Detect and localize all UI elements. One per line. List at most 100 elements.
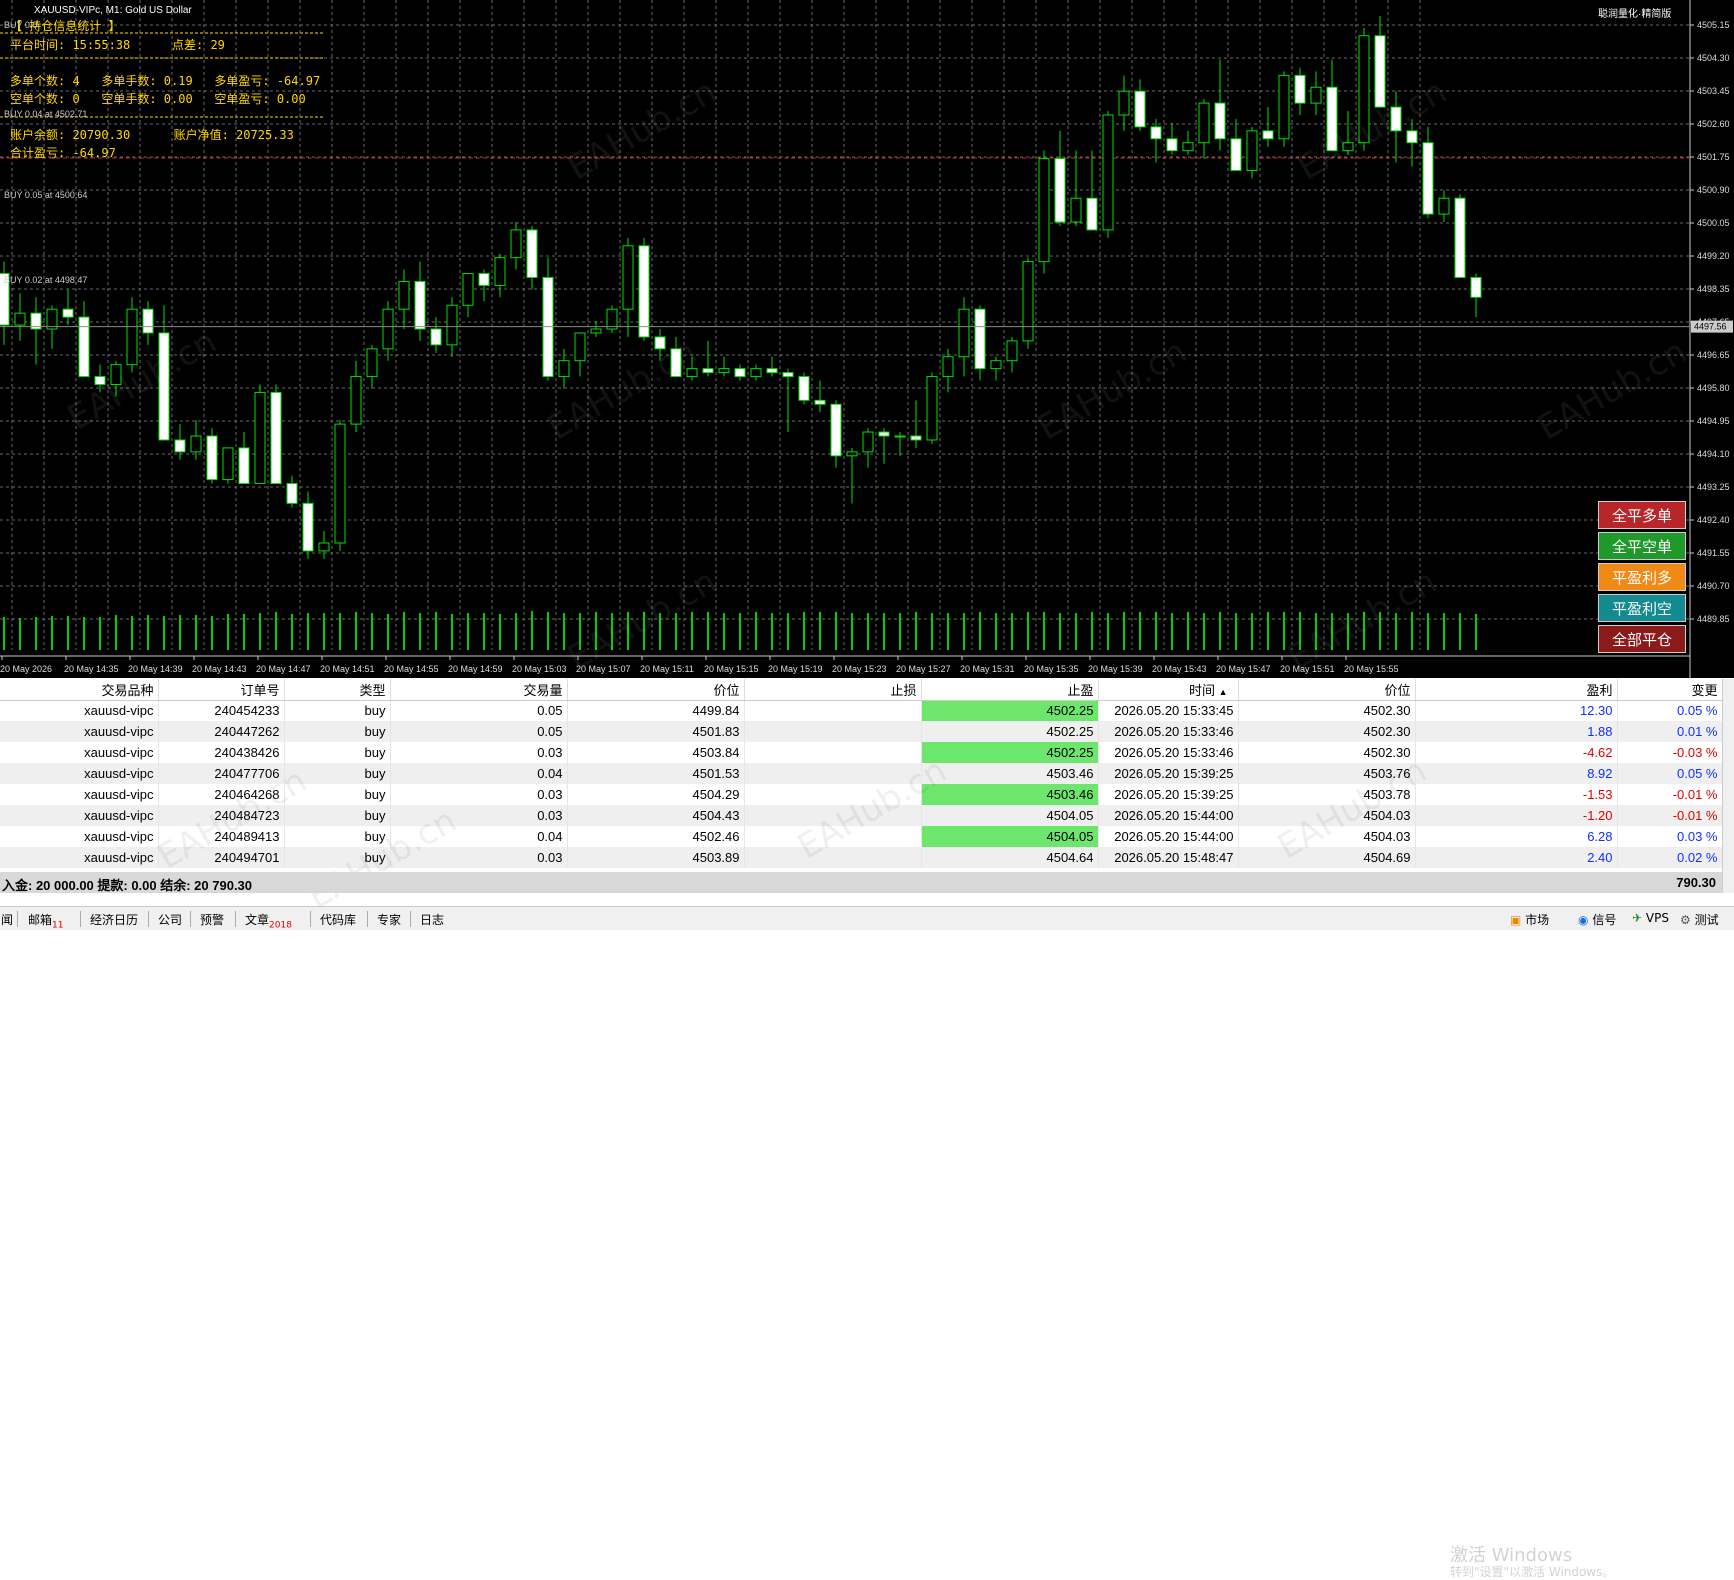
tab-news[interactable]: 闻	[1, 911, 13, 928]
table-cell: -0.03 %	[1617, 742, 1723, 763]
close-profit-sell-button[interactable]: 平盈利空	[1598, 594, 1686, 622]
table-cell: 4504.03	[1238, 826, 1416, 847]
candle-body	[878, 431, 890, 437]
table-cell: -0.01 %	[1617, 784, 1723, 805]
candle-body	[1086, 197, 1098, 231]
table-cell: 4502.30	[1238, 742, 1416, 763]
table-row[interactable]: xauusd-vipc 240484723 buy 0.03 4504.43 4504.0…	[0, 805, 1723, 826]
column-header[interactable]: 止损	[744, 679, 922, 701]
table-cell: 4502.25	[921, 700, 1099, 721]
candle-body	[254, 391, 266, 485]
column-header[interactable]: 订单号	[158, 679, 285, 701]
tester-button[interactable]: ⚙ 测试	[1680, 911, 1719, 928]
candle-body	[1326, 86, 1338, 152]
candle-body	[1182, 142, 1194, 152]
table-cell: 2026.05.20 15:33:46	[1098, 721, 1239, 742]
table-cell: 0.03	[390, 742, 568, 763]
tab-economic-calendar[interactable]: 经济日历	[90, 911, 138, 928]
table-cell: 4499.84	[567, 700, 745, 721]
market-button[interactable]: ▣ 市场	[1510, 911, 1549, 928]
close-profit-buy-button[interactable]: 平盈利多	[1598, 563, 1686, 591]
candle-body	[126, 308, 138, 366]
candle-body	[1390, 106, 1402, 132]
table-cell: 240464268	[158, 784, 285, 805]
close-all-sell-button[interactable]: 全平空单	[1598, 532, 1686, 560]
table-row[interactable]: xauusd-vipc 240489413 buy 0.04 4502.46 4504.0…	[0, 826, 1723, 847]
table-row[interactable]: xauusd-vipc 240438426 buy 0.03 4503.84 4502.2…	[0, 742, 1723, 763]
price-label: 4491.55	[1697, 548, 1730, 558]
buy-summary: 多单个数: 4 多单手数: 0.19 多单盈亏: -64.97	[10, 74, 321, 88]
table-cell: 4503.46	[921, 763, 1099, 784]
table-cell: -1.53	[1415, 784, 1618, 805]
candle-body	[110, 364, 122, 385]
table-cell: 0.04	[390, 763, 568, 784]
column-header[interactable]: 类型	[284, 679, 391, 701]
position-label: BUY 0.04 at 4502.71	[4, 109, 88, 119]
table-cell: 6.28	[1415, 826, 1618, 847]
table-cell: buy	[284, 742, 391, 763]
table-cell: xauusd-vipc	[0, 847, 159, 868]
tab-separator	[190, 911, 191, 927]
vps-button[interactable]: ✈ VPS	[1632, 911, 1669, 925]
time-label: 20 May 15:03	[512, 664, 567, 674]
table-cell: xauusd-vipc	[0, 700, 159, 721]
candle-body	[702, 368, 714, 374]
candle-body	[1310, 86, 1322, 104]
table-cell: buy	[284, 721, 391, 742]
column-header[interactable]: 价位	[567, 679, 745, 701]
signals-button[interactable]: ◉ 信号	[1578, 911, 1616, 928]
time-label: 20 May 15:11	[640, 664, 694, 674]
close-all-buy-button[interactable]: 全平多单	[1598, 501, 1686, 529]
tester-icon: ⚙	[1680, 913, 1691, 927]
tab-code-base[interactable]: 代码库	[320, 911, 356, 928]
price-axis	[1690, 0, 1734, 678]
table-header-row: 交易品种 订单号 类型 交易量 价位 止损 止盈 时间 ▲ 价位 盈利 变更	[0, 679, 1723, 701]
table-cell: 4503.84	[567, 742, 745, 763]
table-cell: 4504.29	[567, 784, 745, 805]
candle-body	[670, 348, 682, 378]
tab-journal[interactable]: 日志	[420, 911, 444, 928]
column-header[interactable]: 变更	[1617, 679, 1723, 701]
column-header[interactable]: 价位	[1238, 679, 1416, 701]
table-cell	[744, 721, 922, 742]
candle-body	[46, 308, 58, 330]
table-row[interactable]: xauusd-vipc 240464268 buy 0.03 4504.29 4503.4…	[0, 784, 1723, 805]
column-header[interactable]: 交易量	[390, 679, 568, 701]
vps-icon: ✈	[1632, 911, 1643, 925]
candle-body	[1470, 276, 1482, 298]
tab-alerts[interactable]: 预警	[200, 911, 224, 928]
tab-experts[interactable]: 专家	[377, 911, 401, 928]
column-header[interactable]: 盈利	[1415, 679, 1618, 701]
candle-body	[462, 273, 474, 306]
candle-body	[1278, 74, 1290, 140]
column-header[interactable]: 交易品种	[0, 679, 159, 701]
tab-company[interactable]: 公司	[158, 911, 182, 928]
table-row[interactable]: xauusd-vipc 240494701 buy 0.03 4503.89 4504.6…	[0, 847, 1723, 868]
table-row[interactable]: xauusd-vipc 240447262 buy 0.05 4501.83 4502.2…	[0, 721, 1723, 742]
column-header-time[interactable]: 时间 ▲	[1098, 679, 1239, 701]
table-cell: 240484723	[158, 805, 285, 826]
tab-label: 文章	[245, 913, 270, 927]
close-all-positions-button[interactable]: 全部平仓	[1598, 625, 1686, 653]
table-scrollbar[interactable]	[1722, 679, 1734, 893]
tab-mailbox[interactable]: 邮箱11	[28, 911, 63, 930]
table-cell: 2.40	[1415, 847, 1618, 868]
candle-body	[1422, 142, 1434, 215]
column-header[interactable]: 止盈	[921, 679, 1099, 701]
table-cell: 0.03	[390, 805, 568, 826]
tab-articles[interactable]: 文章2018	[245, 911, 292, 930]
table-row[interactable]: xauusd-vipc 240477706 buy 0.04 4501.53 4503.4…	[0, 763, 1723, 784]
table-cell: 2026.05.20 15:44:00	[1098, 826, 1239, 847]
tab-badge: 2018	[269, 920, 292, 931]
time-label: 20 May 14:47	[256, 664, 311, 674]
sort-ascending-icon: ▲	[1218, 686, 1228, 697]
chart-window[interactable]: 4505.15 4504.30 4503.45 4502.60 4501.75 4500.…	[0, 0, 1734, 678]
table-cell: -0.01 %	[1617, 805, 1723, 826]
table-row[interactable]: xauusd-vipc 240454233 buy 0.05 4499.84 4502.2…	[0, 700, 1723, 721]
candle-body	[478, 273, 490, 286]
table-cell: 4504.43	[567, 805, 745, 826]
table-cell: 4504.64	[921, 847, 1099, 868]
position-label: BUY 0.0	[4, 20, 38, 30]
table-cell: 2026.05.20 15:48:47	[1098, 847, 1239, 868]
position-label: BUY 0.05 at 4500.64	[4, 190, 88, 200]
